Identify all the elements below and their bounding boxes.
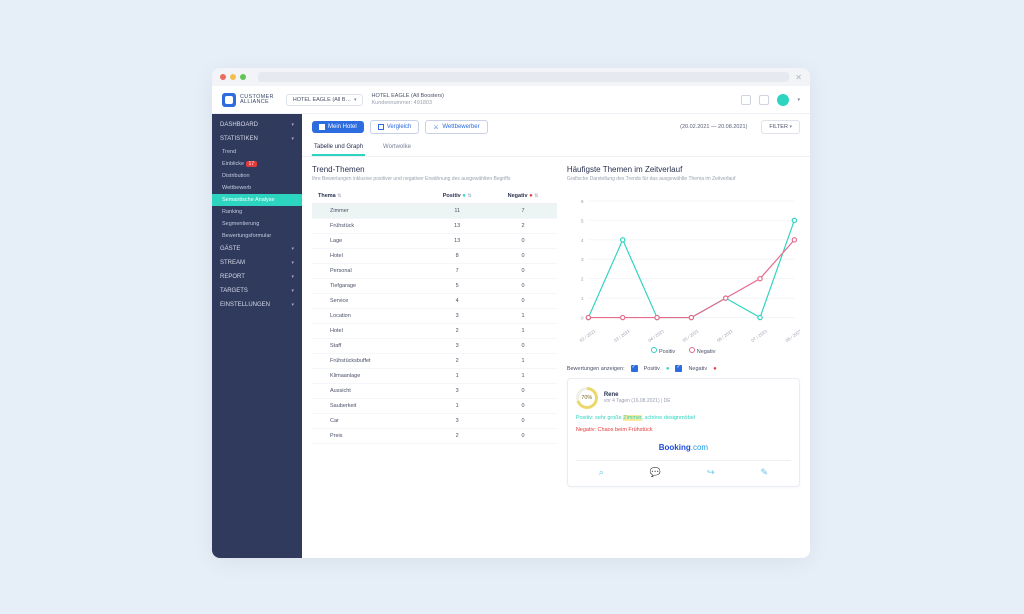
app-header: CUSTOMERALLIANCE HOTEL EAGLE (All B…▾ HO… <box>212 86 810 114</box>
review-card: 70% Rene vor 4 Tagen (16.08.2021) | DE P… <box>567 378 800 487</box>
col-negativ[interactable]: Negativ ● ⇅ <box>489 189 557 204</box>
review-meta: vor 4 Tagen (16.08.2021) | DE <box>604 398 671 404</box>
table-row[interactable]: Sauberkeit10 <box>312 399 557 414</box>
app-window: ✕ CUSTOMERALLIANCE HOTEL EAGLE (All B…▾ … <box>212 68 810 558</box>
maximize-dot[interactable] <box>240 74 246 80</box>
svg-text:02 / 2021: 02 / 2021 <box>578 328 596 343</box>
sidebar-item-semantische-analyse[interactable]: Semantische Analyse <box>212 194 302 206</box>
user-menu-caret[interactable]: ▾ <box>797 97 800 103</box>
chart-title: Häufigste Themen im Zeitverlauf <box>567 165 800 174</box>
table-row[interactable]: Frühstücksbuffet21 <box>312 354 557 369</box>
tab-table-graph[interactable]: Tabelle und Graph <box>312 140 365 156</box>
table-row[interactable]: Tiefgarage50 <box>312 279 557 294</box>
action-share-icon[interactable]: ↪ <box>707 467 715 478</box>
wettbewerber-button[interactable]: ⚔Wettbewerber <box>425 120 487 134</box>
svg-text:0: 0 <box>581 315 584 321</box>
svg-text:04 / 2021: 04 / 2021 <box>647 328 665 343</box>
filter-pos-check[interactable] <box>631 365 638 372</box>
chart-legend: Positiv Negativ <box>567 347 800 355</box>
close-icon[interactable]: ✕ <box>795 73 802 82</box>
vergleich-button[interactable]: Vergleich <box>370 120 420 134</box>
table-row[interactable]: Klimaanlage11 <box>312 369 557 384</box>
table-row[interactable]: Lage130 <box>312 234 557 249</box>
action-edit-icon[interactable]: ✎ <box>760 467 768 478</box>
action-reply-icon[interactable]: ⌕ <box>599 467 604 478</box>
trend-title: Trend-Themen <box>312 165 557 174</box>
table-row[interactable]: Location31 <box>312 309 557 324</box>
sidebar-item-trend[interactable]: Trend <box>212 146 302 158</box>
hotel-selector[interactable]: HOTEL EAGLE (All B…▾ <box>286 94 364 106</box>
table-row[interactable]: Frühstück132 <box>312 219 557 234</box>
sidebar-item-bewertungsformular[interactable]: Bewertungsformular <box>212 230 302 242</box>
svg-text:5: 5 <box>581 218 584 224</box>
trend-subtitle: Ihre Bewertungen inklusive positiver und… <box>312 176 557 183</box>
os-titlebar: ✕ <box>212 68 810 86</box>
header-icon-2[interactable] <box>759 95 769 105</box>
table-row[interactable]: Hotel80 <box>312 249 557 264</box>
svg-text:1: 1 <box>581 296 584 302</box>
brand-logo <box>222 93 236 107</box>
mein-hotel-button[interactable]: Mein Hotel <box>312 121 364 133</box>
filter-button[interactable]: FILTER ▾ <box>761 120 800 134</box>
trend-chart: 0 1 2 3 4 5 6 02 / 2021 03 / 2021 04 / 2021 05 / 2… <box>567 193 800 343</box>
sidebar-item-wettbewerb[interactable]: Wettbewerb <box>212 182 302 194</box>
date-range[interactable]: (20.02.2021 — 20.08.2021) <box>680 124 747 130</box>
svg-text:07 / 2021: 07 / 2021 <box>750 328 768 343</box>
sidebar-item-ranking[interactable]: Ranking <box>212 206 302 218</box>
table-row[interactable]: Staff30 <box>312 339 557 354</box>
review-score-badge: 70% <box>576 387 598 409</box>
table-row[interactable]: Service40 <box>312 294 557 309</box>
table-row[interactable]: Preis20 <box>312 429 557 444</box>
review-positive: Positiv: sehr große Zimmer, schöne desig… <box>576 415 791 421</box>
close-dot[interactable] <box>220 74 226 80</box>
sidebar-item-statistiken[interactable]: STATISTIKEN▾ <box>212 132 302 146</box>
table-row[interactable]: Hotel21 <box>312 324 557 339</box>
action-comment-icon[interactable]: 💬 <box>650 467 661 478</box>
sidebar-item-stream[interactable]: STREAM▾ <box>212 256 302 270</box>
review-negative: Negativ: Chaos beim Frühstück <box>576 427 791 433</box>
svg-text:08 / 2021: 08 / 2021 <box>784 328 800 343</box>
svg-text:2: 2 <box>581 277 584 283</box>
svg-text:03 / 2021: 03 / 2021 <box>613 328 631 343</box>
trend-table: Thema ⇅ Positiv ● ⇅ Negativ ● ⇅ Zimmer11… <box>312 189 557 444</box>
sidebar-item-einstellungen[interactable]: EINSTELLUNGEN▾ <box>212 298 302 312</box>
user-avatar[interactable] <box>777 94 789 106</box>
svg-text:06 / 2021: 06 / 2021 <box>716 328 734 343</box>
svg-text:4: 4 <box>581 238 584 244</box>
review-filter-row: Bewertungen anzeigen: Positiv● Negativ● <box>567 365 800 372</box>
table-row[interactable]: Car30 <box>312 414 557 429</box>
col-positiv[interactable]: Positiv ● ⇅ <box>425 189 489 204</box>
sidebar-item-targets[interactable]: TARGETS▾ <box>212 284 302 298</box>
address-bar[interactable] <box>258 72 789 82</box>
hotel-meta: HOTEL EAGLE (All Boosters) Kundennummer:… <box>371 93 444 107</box>
sidebar-item-dashboard[interactable]: DASHBOARD▾ <box>212 118 302 132</box>
chart-subtitle: Grafische Darstellung des Trends für das… <box>567 176 800 183</box>
sidebar-item-einblicke[interactable]: Einblicke 17 <box>212 158 302 170</box>
svg-text:3: 3 <box>581 257 584 263</box>
tab-wordcloud[interactable]: Wortwolke <box>381 140 413 156</box>
sidebar-item-gäste[interactable]: GÄSTE▾ <box>212 242 302 256</box>
svg-text:6: 6 <box>581 199 584 205</box>
header-icon-1[interactable] <box>741 95 751 105</box>
table-row[interactable]: Zimmer117 <box>312 204 557 219</box>
review-source: Booking.com <box>576 443 791 452</box>
sidebar-item-distribution[interactable]: Distribution <box>212 170 302 182</box>
table-row[interactable]: Aussicht30 <box>312 384 557 399</box>
filter-neg-check[interactable] <box>675 365 682 372</box>
col-thema[interactable]: Thema ⇅ <box>312 189 425 204</box>
brand-name: CUSTOMERALLIANCE <box>240 95 274 105</box>
minimize-dot[interactable] <box>230 74 236 80</box>
svg-text:05 / 2021: 05 / 2021 <box>681 328 699 343</box>
sidebar-item-report[interactable]: REPORT▾ <box>212 270 302 284</box>
sidebar-item-segmentierung[interactable]: Segmentierung <box>212 218 302 230</box>
table-row[interactable]: Personal70 <box>312 264 557 279</box>
